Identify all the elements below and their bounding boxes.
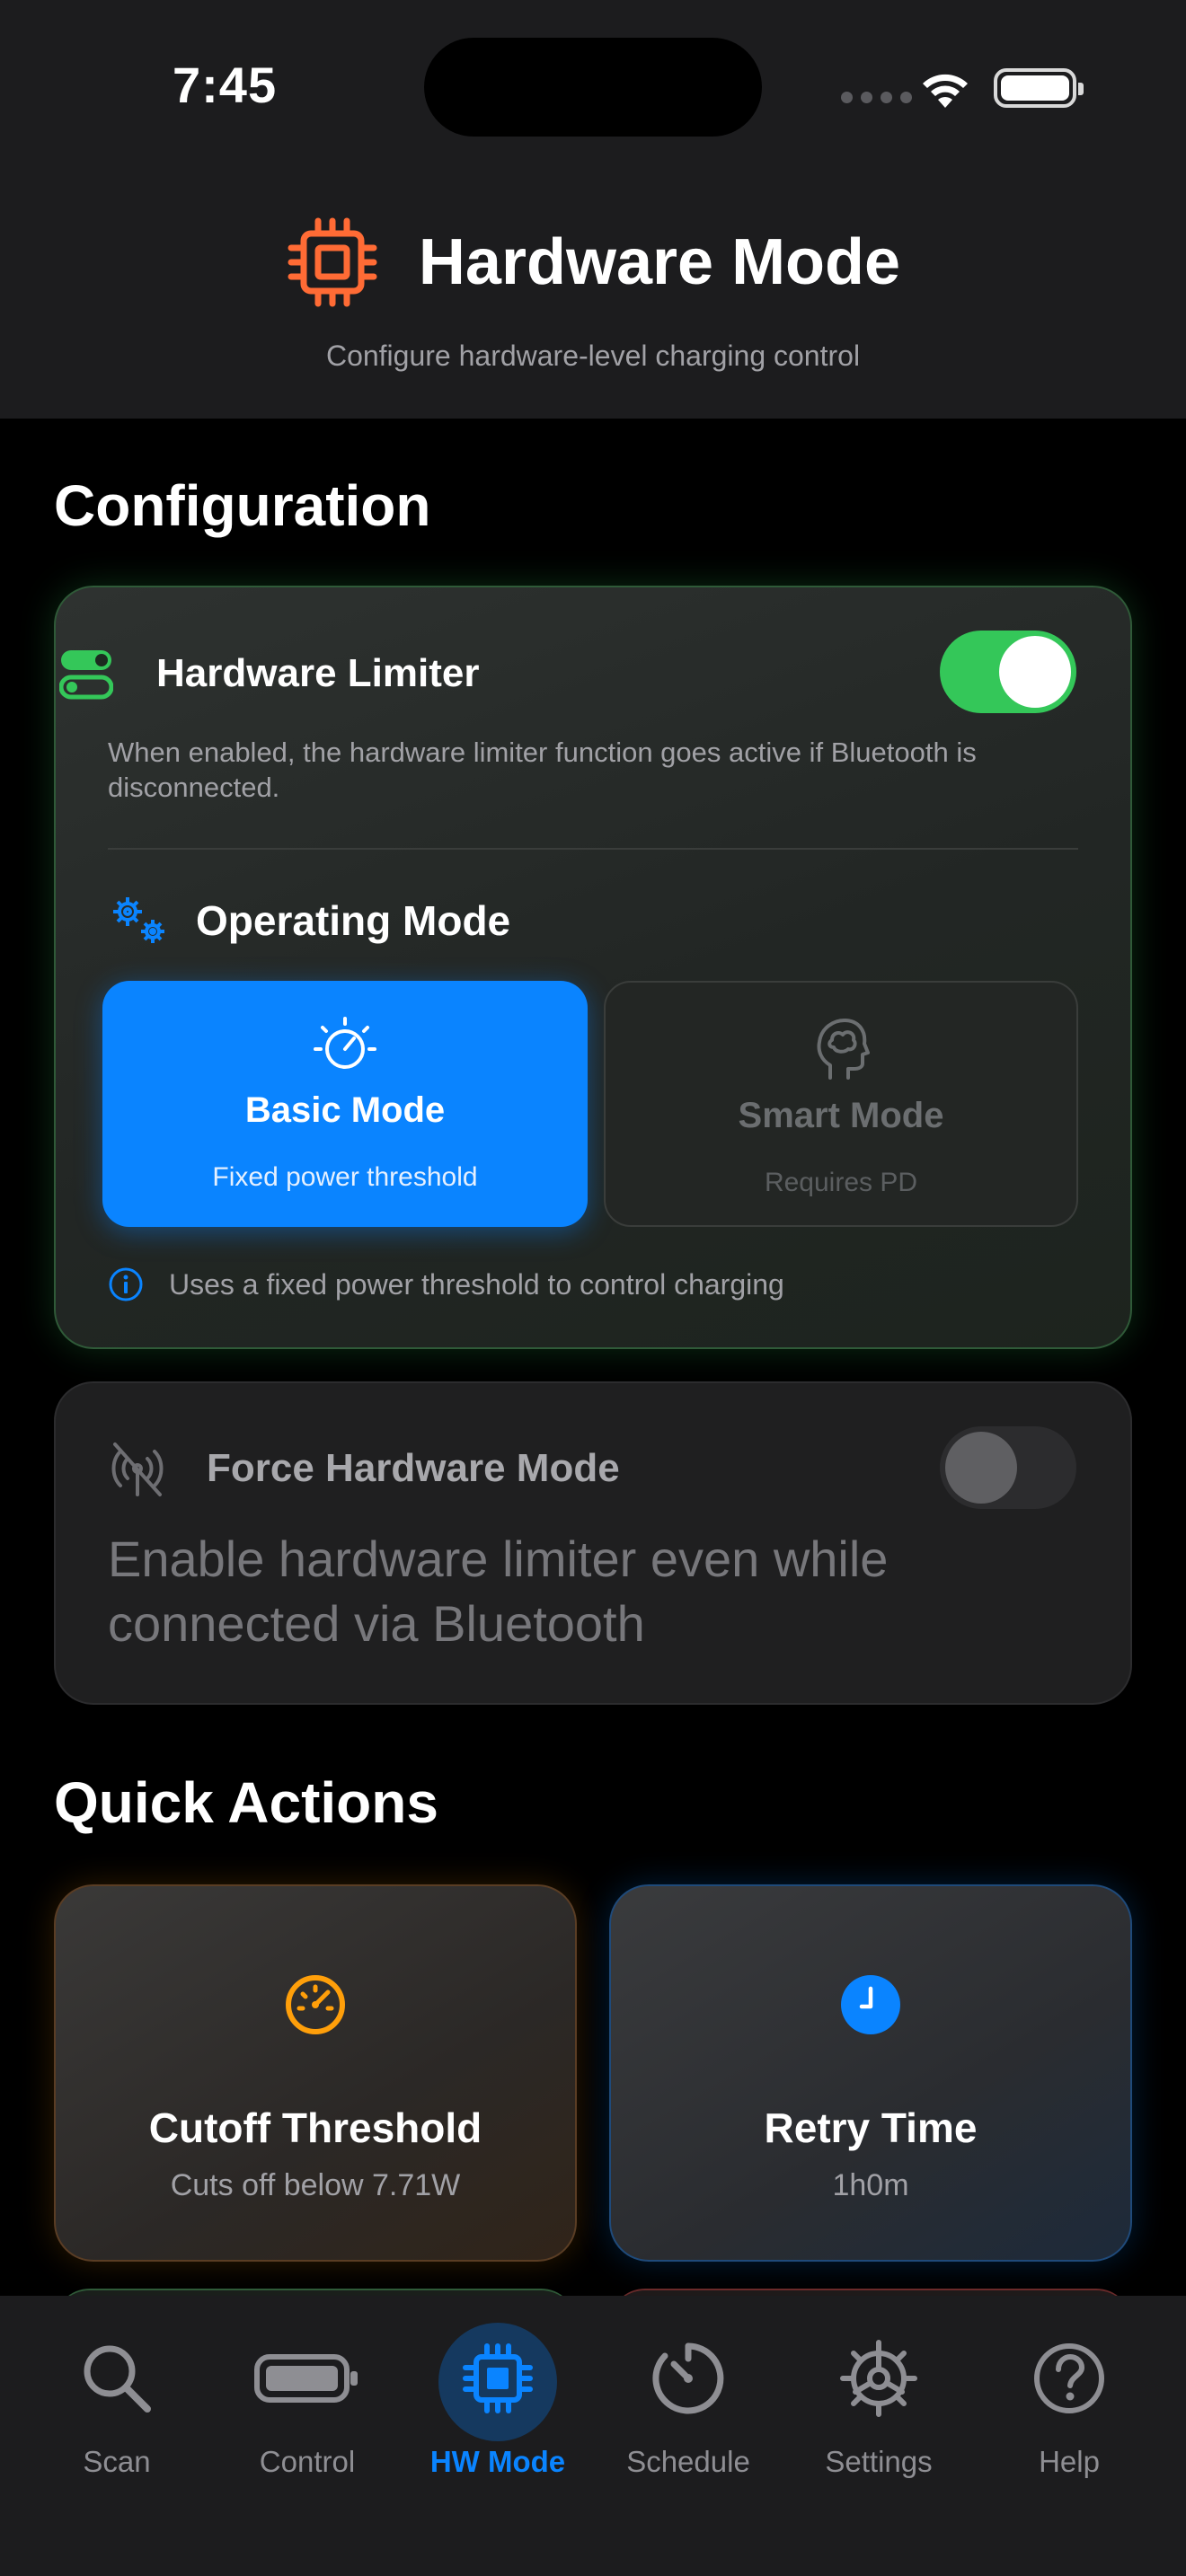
page-header: Hardware Mode (0, 216, 1186, 309)
question-icon (1034, 2343, 1104, 2413)
tab-label: Schedule (626, 2445, 750, 2478)
brain-head-icon (817, 1019, 870, 1080)
quick-actions-heading: Quick Actions (54, 1770, 438, 1835)
cutoff-threshold-card[interactable]: Cutoff Threshold Cuts off below 7.71W (54, 1884, 577, 2262)
tab-label: Settings (825, 2445, 933, 2478)
cpu-chip-icon (463, 2343, 533, 2413)
divider (108, 848, 1078, 850)
force-hardware-description: Enable hardware limiter even while conne… (108, 1531, 889, 1652)
cutoff-threshold-value: Cuts off below 7.71W (170, 2168, 461, 2202)
status-time: 7:45 (173, 57, 278, 113)
cutoff-threshold-title: Cutoff Threshold (148, 2104, 482, 2151)
basic-mode-title: Basic Mode (244, 1090, 446, 1130)
page-title: Hardware Mode (418, 226, 901, 298)
battery-icon (254, 2354, 358, 2403)
antenna-off-icon (111, 1442, 164, 1496)
retry-time-value: 1h0m (832, 2168, 909, 2202)
magnifier-icon (84, 2345, 151, 2413)
dynamic-island (424, 38, 762, 137)
toggle-knob (945, 1432, 1017, 1504)
tab-help[interactable]: Help (974, 2323, 1164, 2502)
tab-label: Scan (83, 2445, 151, 2478)
hardware-limiter-label: Hardware Limiter (156, 651, 480, 695)
operating-mode-header: Operating Mode (108, 889, 510, 952)
tab-label: Control (259, 2445, 356, 2478)
hardware-limiter-description: When enabled, the hardware limiter funct… (108, 737, 977, 803)
hardware-limiter-row: Hardware Limiter (59, 638, 1075, 710)
operating-mode-info: Uses a fixed power threshold to control … (108, 1266, 784, 1302)
cellular-signal-icon (841, 92, 912, 103)
tab-control[interactable]: Control (212, 2323, 403, 2502)
force-hardware-row: Force Hardware Mode (108, 1437, 620, 1500)
tab-schedule[interactable]: Schedule (593, 2323, 783, 2502)
wifi-icon (923, 74, 968, 108)
tab-label: HW Mode (429, 2445, 566, 2478)
speedometer-icon (286, 1975, 345, 2034)
page-subtitle: Configure hardware-level charging contro… (325, 340, 861, 372)
operating-mode-info-text: Uses a fixed power threshold to control … (169, 1267, 784, 1301)
tab-settings[interactable]: Settings (783, 2323, 974, 2502)
switch-toggles-icon (59, 650, 113, 700)
gears-icon (113, 897, 164, 943)
toggle-knob (999, 636, 1071, 708)
info-icon (109, 1267, 143, 1301)
tab-scan[interactable]: Scan (22, 2323, 212, 2502)
retry-time-title: Retry Time (764, 2104, 978, 2151)
smart-mode-subtitle: Requires PD (764, 1168, 918, 1197)
tab-label: Help (1039, 2445, 1100, 2478)
cpu-chip-icon (288, 217, 377, 307)
force-hardware-toggle[interactable] (940, 1426, 1076, 1509)
clock-icon (841, 1975, 900, 2034)
smart-mode-title: Smart Mode (738, 1096, 944, 1135)
timer-icon (652, 2342, 724, 2414)
basic-mode-subtitle: Fixed power threshold (212, 1162, 478, 1192)
retry-time-card[interactable]: Retry Time 1h0m (609, 1884, 1132, 2262)
smart-mode-option[interactable]: Smart Mode Requires PD (604, 981, 1078, 1227)
operating-mode-label: Operating Mode (196, 897, 511, 944)
hardware-limiter-toggle[interactable] (940, 631, 1076, 713)
configuration-heading: Configuration (54, 473, 431, 538)
battery-status-icon (994, 68, 1084, 108)
basic-mode-option[interactable]: Basic Mode Fixed power threshold (102, 981, 588, 1227)
force-hardware-label: Force Hardware Mode (207, 1446, 620, 1490)
tab-hw-mode[interactable]: HW Mode (403, 2323, 593, 2502)
gear-icon (840, 2340, 917, 2417)
gauge-dial-icon (314, 1017, 376, 1069)
